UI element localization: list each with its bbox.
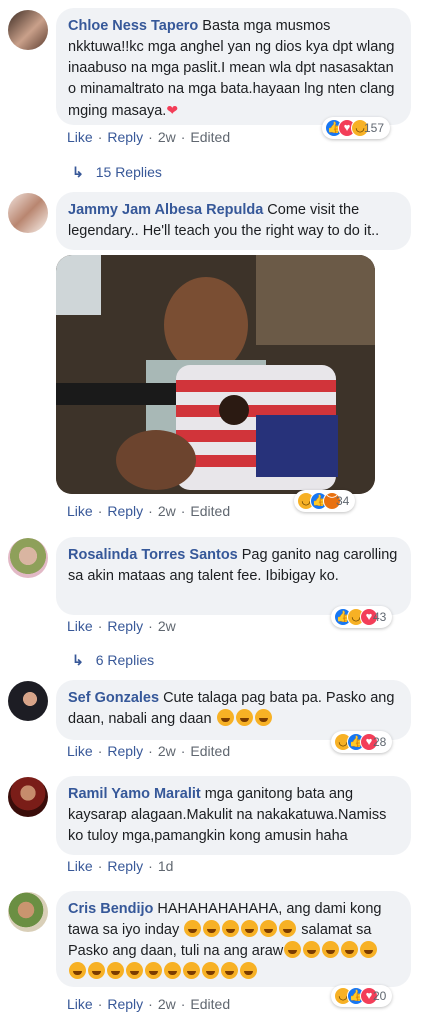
- comment-bubble: Chloe Ness Tapero Basta mga musmos nkktuw…: [56, 8, 411, 125]
- replies-count[interactable]: 15 Replies: [96, 164, 162, 180]
- laughing-emoji-icon: [260, 920, 278, 937]
- laughing-emoji-icon: [254, 709, 272, 726]
- laughing-emoji-icon: [203, 920, 221, 937]
- comment-actions: Like · Reply · 2w · Edited: [67, 503, 231, 519]
- rofl-emoji-icon: [284, 941, 302, 958]
- reaction-count: 43: [373, 610, 387, 624]
- comment-actions: Like · Reply · 2w · Edited: [67, 743, 231, 759]
- rofl-emoji-icon: [202, 962, 219, 979]
- rofl-emoji-icon: [145, 962, 162, 979]
- timestamp[interactable]: 2w: [158, 996, 176, 1012]
- comment-bubble: Cris Bendijo HAHAHAHAHAHA, ang dami kong …: [56, 891, 411, 987]
- rofl-emoji-icon: [88, 962, 105, 979]
- avatar[interactable]: [8, 193, 48, 233]
- comment-author[interactable]: Sef Gonzales: [68, 690, 159, 706]
- rofl-emoji-icon: [360, 941, 378, 958]
- comment-author[interactable]: Cris Bendijo: [68, 901, 153, 917]
- laughing-emoji-icon: [222, 920, 240, 937]
- like-button[interactable]: Like: [67, 129, 93, 145]
- comment-bubble: Ramil Yamo Maralit mga ganitong bata ang …: [56, 776, 411, 855]
- avatar[interactable]: [8, 538, 48, 578]
- like-button[interactable]: Like: [67, 858, 93, 874]
- timestamp[interactable]: 2w: [158, 743, 176, 759]
- comment-author[interactable]: Chloe Ness Tapero: [68, 18, 198, 34]
- comment-actions: Like · Reply · 2w: [67, 618, 176, 634]
- comment-bubble: Jammy Jam Albesa Repulda Come visit the l…: [56, 192, 411, 250]
- rofl-emoji-icon: [107, 962, 124, 979]
- comment-actions: Like · Reply · 2w · Edited: [67, 996, 231, 1012]
- edited-label[interactable]: Edited: [190, 743, 230, 759]
- reply-button[interactable]: Reply: [107, 743, 143, 759]
- timestamp[interactable]: 2w: [158, 129, 176, 145]
- comment-author[interactable]: Jammy Jam Albesa Repulda: [68, 202, 263, 218]
- reaction-summary[interactable]: 👍 ♥ ◡ 157: [322, 117, 391, 139]
- reply-button[interactable]: Reply: [107, 996, 143, 1012]
- replies-count[interactable]: 6 Replies: [96, 652, 154, 668]
- timestamp[interactable]: 2w: [158, 618, 176, 634]
- rofl-emoji-icon: [221, 962, 238, 979]
- avatar[interactable]: [8, 777, 48, 817]
- reaction-count: 28: [373, 735, 387, 749]
- reaction-count: 34: [336, 494, 350, 508]
- reply-button[interactable]: Reply: [107, 129, 143, 145]
- like-button[interactable]: Like: [67, 743, 93, 759]
- laughing-emoji-icon: [216, 709, 234, 726]
- comment-author[interactable]: Ramil Yamo Maralit: [68, 786, 201, 802]
- laughing-emoji-icon: [184, 920, 202, 937]
- rofl-emoji-icon: [164, 962, 181, 979]
- heart-emoji-icon: ❤: [166, 102, 179, 118]
- view-replies-link[interactable]: ↳ 6 Replies: [72, 652, 154, 669]
- edited-label[interactable]: Edited: [190, 503, 230, 519]
- attached-photo[interactable]: [56, 255, 375, 494]
- comment-author[interactable]: Rosalinda Torres Santos: [68, 547, 238, 563]
- comment-actions: Like · Reply · 2w · Edited: [67, 129, 231, 145]
- reaction-summary[interactable]: 👍 ◡ ♥ 43: [331, 606, 393, 628]
- laughing-emoji-icon: [241, 920, 259, 937]
- rofl-emoji-icon: [126, 962, 143, 979]
- reaction-summary[interactable]: ◡ 👍 ♥ 20: [331, 985, 393, 1007]
- rofl-emoji-icon: [322, 941, 340, 958]
- edited-label[interactable]: Edited: [190, 129, 230, 145]
- avatar[interactable]: [8, 10, 48, 50]
- comment-bubble: Rosalinda Torres Santos Pag ganito nag ca…: [56, 537, 411, 615]
- rofl-emoji-icon: [240, 962, 257, 979]
- reaction-summary[interactable]: ◡ 👍 ♥ 28: [331, 731, 393, 753]
- reply-button[interactable]: Reply: [107, 618, 143, 634]
- rofl-emoji-icon: [69, 962, 86, 979]
- reaction-count: 157: [364, 121, 385, 135]
- comment-actions: Like · Reply · 1d: [67, 858, 174, 874]
- rofl-emoji-icon: [341, 941, 359, 958]
- laughing-emoji-icon: [279, 920, 297, 937]
- timestamp[interactable]: 2w: [158, 503, 176, 519]
- avatar[interactable]: [8, 892, 48, 932]
- reply-arrow-icon: ↳: [72, 164, 84, 180]
- like-button[interactable]: Like: [67, 618, 93, 634]
- reaction-count: 20: [373, 989, 387, 1003]
- photo-content: [56, 255, 375, 494]
- like-button[interactable]: Like: [67, 503, 93, 519]
- reply-button[interactable]: Reply: [107, 503, 143, 519]
- view-replies-link[interactable]: ↳ 15 Replies: [72, 164, 162, 181]
- reply-arrow-icon: ↳: [72, 652, 84, 668]
- rofl-emoji-icon: [183, 962, 200, 979]
- timestamp[interactable]: 1d: [158, 858, 174, 874]
- reaction-summary[interactable]: ◡ 👍 ︶ 34: [294, 490, 356, 512]
- laughing-emoji-icon: [235, 709, 253, 726]
- edited-label[interactable]: Edited: [190, 996, 230, 1012]
- avatar[interactable]: [8, 681, 48, 721]
- rofl-emoji-icon: [303, 941, 321, 958]
- like-button[interactable]: Like: [67, 996, 93, 1012]
- reply-button[interactable]: Reply: [107, 858, 143, 874]
